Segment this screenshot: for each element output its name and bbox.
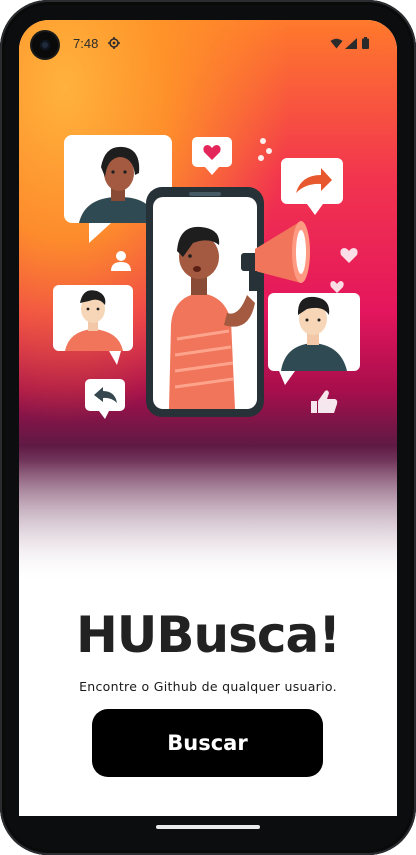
heart-bubble — [192, 137, 232, 175]
home-indicator[interactable] — [156, 825, 260, 829]
search-button[interactable]: Buscar — [92, 709, 323, 777]
man-right-chat-bubble — [268, 293, 360, 385]
front-camera — [32, 32, 58, 58]
share-bubble — [281, 158, 343, 215]
hero-fade — [19, 460, 397, 590]
app-screen: 7:48 HUBusca! Encontre o Github de qualq… — [19, 20, 397, 816]
app-subtitle: Encontre o Github de qualquer usuario. — [79, 679, 337, 694]
status-bar: 7:48 — [19, 20, 397, 68]
thumbs-up-icon — [311, 390, 338, 413]
man-left-chat-bubble — [53, 285, 133, 365]
phone-frame: 7:48 HUBusca! Encontre o Github de qualq… — [0, 0, 416, 855]
user-icon — [111, 251, 131, 271]
reply-bubble — [85, 379, 125, 419]
app-title: HUBusca! — [75, 606, 341, 664]
status-time: 7:48 — [73, 36, 99, 51]
wifi-icon — [330, 38, 343, 49]
signal-icon — [345, 38, 357, 49]
hero-illustration — [53, 135, 360, 419]
settings-icon — [108, 37, 120, 49]
battery-icon — [362, 37, 369, 49]
